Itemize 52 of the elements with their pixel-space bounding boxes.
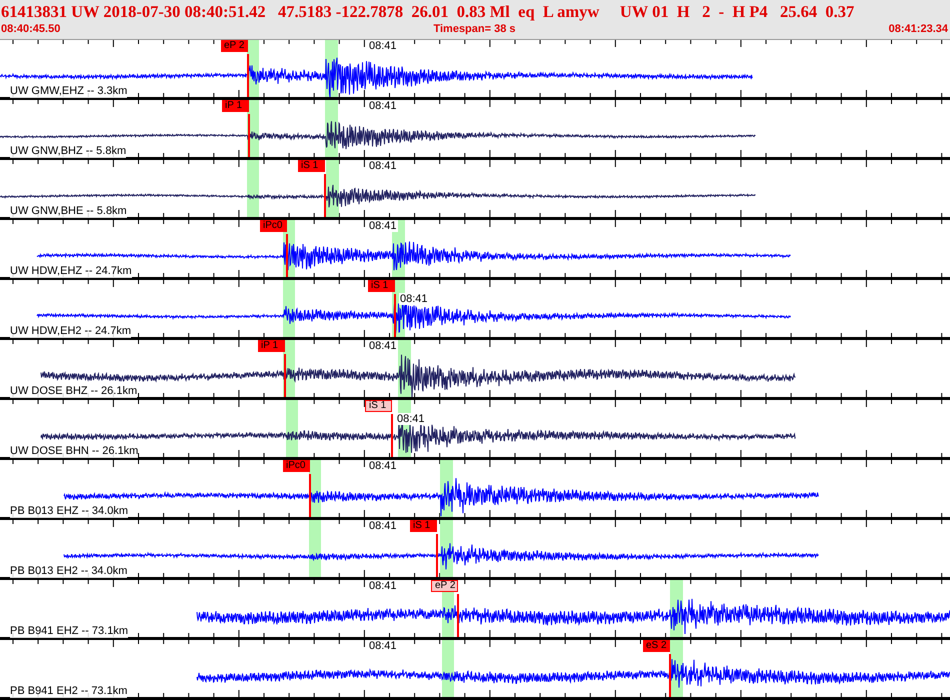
pick-flag[interactable]: iP 1 [222, 100, 249, 112]
channel-label: UW HDW,EH2 -- 24.7km [10, 325, 132, 338]
time-mark: 08:41 [368, 640, 398, 652]
time-mark: 08:41 [368, 160, 398, 172]
time-mark: 08:41 [368, 40, 398, 52]
pick-flag[interactable]: iS 1 [298, 160, 325, 172]
pick-line[interactable] [436, 534, 438, 577]
pick-window [247, 160, 259, 217]
pick-flag[interactable]: eP 2 [431, 580, 458, 592]
channel-label: UW HDW,EHZ -- 24.7km [10, 265, 132, 278]
time-mark: 08:41 [368, 580, 398, 592]
pick-line[interactable] [248, 114, 250, 157]
end-time: 08:41:23.34 [888, 22, 948, 36]
pick-flag[interactable]: eP 2 [221, 40, 248, 52]
channel-label: UW DOSE BHN -- 26.1km [10, 445, 138, 458]
pick-line[interactable] [669, 654, 671, 697]
pick-line[interactable] [284, 354, 286, 397]
channel-label: UW DOSE BHZ -- 26.1km [10, 385, 138, 398]
channel-label: PB B941 EH2 -- 73.1km [10, 685, 128, 698]
pick-flag[interactable]: iPc0 [283, 460, 310, 472]
pick-flag[interactable]: iP 1 [258, 340, 285, 352]
pick-flag[interactable]: iPc0 [260, 220, 287, 232]
time-mark: 08:41 [396, 413, 426, 425]
pick-flag[interactable]: iS 1 [410, 520, 437, 532]
pick-line[interactable] [457, 594, 459, 637]
time-mark: 08:41 [368, 520, 398, 532]
start-time: 08:40:45.50 [1, 22, 60, 36]
pick-line[interactable] [394, 294, 396, 337]
pick-line[interactable] [391, 414, 393, 457]
pick-line[interactable] [286, 234, 288, 277]
channel-label: UW GMW,EHZ -- 3.3km [10, 85, 128, 98]
timespan: Timespan= 38 s [433, 22, 516, 36]
time-mark: 08:41 [368, 100, 398, 112]
pick-window [309, 520, 321, 577]
channel-label: PB B013 EH2 -- 34.0km [10, 565, 128, 578]
channel-label: PB B013 EHZ -- 34.0km [10, 505, 128, 518]
time-mark: 08:41 [368, 220, 398, 232]
channel-label: PB B941 EHZ -- 73.1km [10, 625, 128, 638]
channel-label: UW GNW,BHZ -- 5.8km [10, 145, 126, 158]
time-mark: 08:41 [399, 293, 429, 305]
time-mark: 08:41 [368, 340, 398, 352]
pick-flag[interactable]: iS 1 [365, 400, 392, 412]
event-summary: 61413831 UW 2018-07-30 08:40:51.42 47.5183 -122.7878 26.01 0.83 Ml eq L amyw UW 01 H 2 - H P4 25.64 0.37 [0, 2, 856, 22]
channel-label: UW GNW,BHE -- 5.8km [10, 205, 127, 218]
pick-window [286, 400, 298, 457]
pick-flag[interactable]: iS 1 [368, 280, 395, 292]
pick-line[interactable] [247, 54, 249, 97]
pick-flag[interactable]: eS 2 [643, 640, 670, 652]
time-mark: 08:41 [368, 460, 398, 472]
pick-line[interactable] [324, 174, 326, 217]
pick-window [442, 640, 454, 697]
pick-line[interactable] [309, 474, 311, 517]
